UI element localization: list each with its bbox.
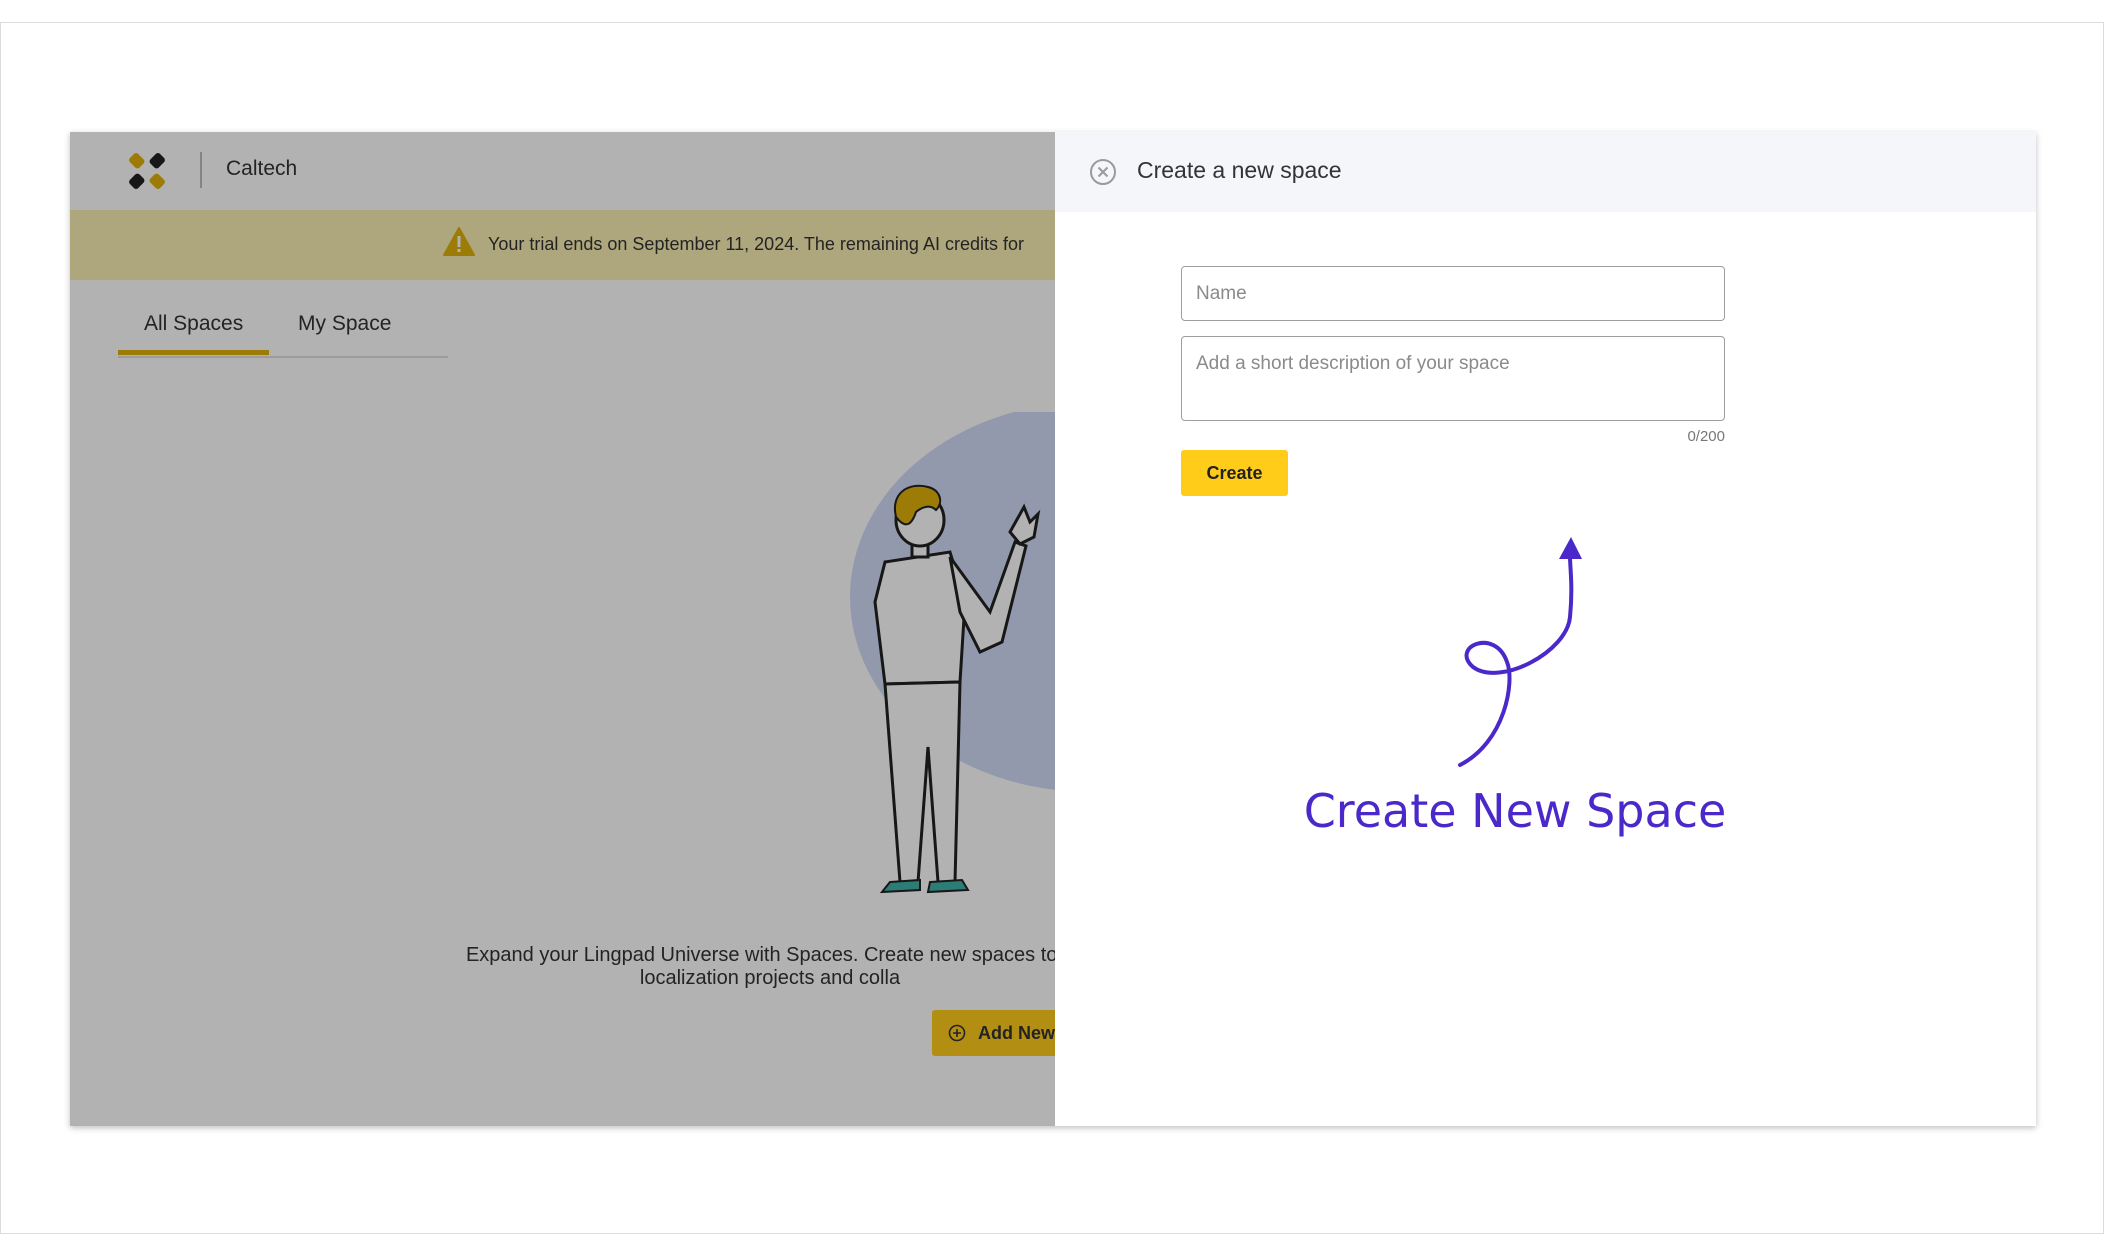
space-name-input[interactable]	[1181, 266, 1725, 321]
create-button[interactable]: Create	[1181, 450, 1288, 496]
drawer-header: Create a new space	[1055, 132, 2036, 212]
create-space-drawer: Create a new space 0/200 Create Create N…	[1055, 132, 2036, 1126]
drawer-title: Create a new space	[1137, 157, 1342, 183]
modal-backdrop[interactable]	[70, 132, 1055, 1126]
space-description-input[interactable]	[1181, 336, 1725, 421]
annotation-text: Create New Space	[1303, 784, 1727, 838]
app-window: Caltech Your trial ends on September 11,…	[70, 132, 2036, 1126]
annotation-arrow-icon	[1458, 537, 1582, 767]
close-icon[interactable]	[1089, 158, 1117, 186]
description-char-counter: 0/200	[1687, 428, 1725, 445]
